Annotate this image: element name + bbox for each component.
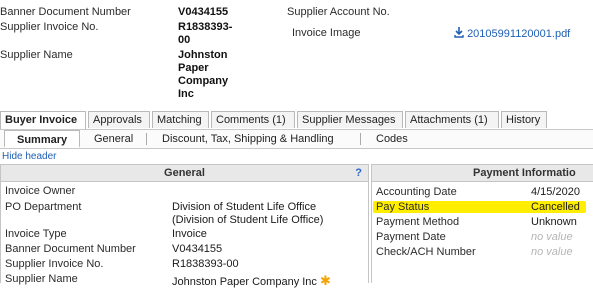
subtab-summary[interactable]: Summary <box>4 130 81 148</box>
invoice-image-filename[interactable]: 20105991120001.pdf <box>467 28 570 40</box>
banner-doc-row-value: V0434155 <box>172 243 223 255</box>
po-department-label: PO Department <box>5 201 82 213</box>
supplier-invoice-row-value: R1838393-00 <box>172 258 239 270</box>
subtab-discount-tax[interactable]: Discount, Tax, Shipping & Handling <box>162 130 334 148</box>
supplier-name-row-label: Supplier Name <box>5 273 78 285</box>
payment-method-value: Unknown <box>531 216 577 228</box>
pay-status-label: Pay Status <box>376 201 430 213</box>
banner-doc-row-label: Banner Document Number <box>5 243 136 255</box>
supplier-account-label: Supplier Account No. <box>287 6 390 18</box>
tab-approvals[interactable]: Approvals <box>88 111 150 128</box>
invoice-type-label: Invoice Type <box>5 228 67 240</box>
download-icon <box>454 27 464 38</box>
general-panel-header: General ? <box>1 165 368 182</box>
general-panel: General ? Invoice Owner PO Department Di… <box>0 164 369 288</box>
tab-comments[interactable]: Comments (1) <box>211 111 295 128</box>
main-tabs: Buyer Invoice Approvals Matching Comment… <box>0 111 593 130</box>
banner-doc-value: V0434155 <box>178 6 229 18</box>
required-star-icon: ✱ <box>319 273 331 288</box>
supplier-invoice-value: R1838393- 00 <box>178 21 233 46</box>
payment-panel-title: Payment Informatio <box>473 167 576 179</box>
supplier-name-value: Johnston Paper Company Inc <box>178 49 229 100</box>
tab-buyer-invoice[interactable]: Buyer Invoice <box>0 111 86 129</box>
check-ach-value: no value <box>531 246 573 258</box>
subtab-separator <box>360 133 361 145</box>
invoice-image-label: Invoice Image <box>292 27 361 39</box>
pay-status-value: Cancelled <box>531 201 580 213</box>
supplier-invoice-row-label: Supplier Invoice No. <box>5 258 104 270</box>
help-icon[interactable]: ? <box>355 165 362 181</box>
check-ach-label: Check/ACH Number <box>376 246 476 258</box>
supplier-name-row-text: Johnston Paper Company Inc <box>172 276 317 288</box>
payment-panel-header: Payment Informatio <box>372 165 593 182</box>
invoice-owner-label: Invoice Owner <box>5 185 76 197</box>
tab-supplier-messages[interactable]: Supplier Messages <box>297 111 403 128</box>
tab-matching[interactable]: Matching <box>152 111 209 128</box>
supplier-invoice-label: Supplier Invoice No. <box>0 21 99 33</box>
supplier-name-label: Supplier Name <box>0 49 73 61</box>
subtab-general[interactable]: General <box>94 130 133 148</box>
accounting-date-value: 4/15/2020 <box>531 186 580 198</box>
sub-tabs: Summary General Discount, Tax, Shipping … <box>0 130 593 149</box>
supplier-name-row-value: Johnston Paper Company Inc ✱ <box>172 273 331 289</box>
accounting-date-label: Accounting Date <box>376 186 457 198</box>
general-panel-title: General <box>164 167 205 179</box>
subtab-separator <box>146 133 147 145</box>
payment-method-label: Payment Method <box>376 216 460 228</box>
payment-date-value: no value <box>531 231 573 243</box>
banner-doc-label: Banner Document Number <box>0 6 131 18</box>
payment-panel: Payment Informatio Accounting Date 4/15/… <box>371 164 593 283</box>
invoice-image-link[interactable]: 20105991120001.pdf <box>454 27 570 40</box>
payment-date-label: Payment Date <box>376 231 446 243</box>
tab-history[interactable]: History <box>501 111 547 128</box>
po-department-value: Division of Student Life Office (Divisio… <box>172 201 324 226</box>
subtab-codes[interactable]: Codes <box>376 130 408 148</box>
tab-attachments[interactable]: Attachments (1) <box>405 111 499 128</box>
hide-header-link[interactable]: Hide header <box>2 151 56 162</box>
invoice-type-value: Invoice <box>172 228 207 240</box>
